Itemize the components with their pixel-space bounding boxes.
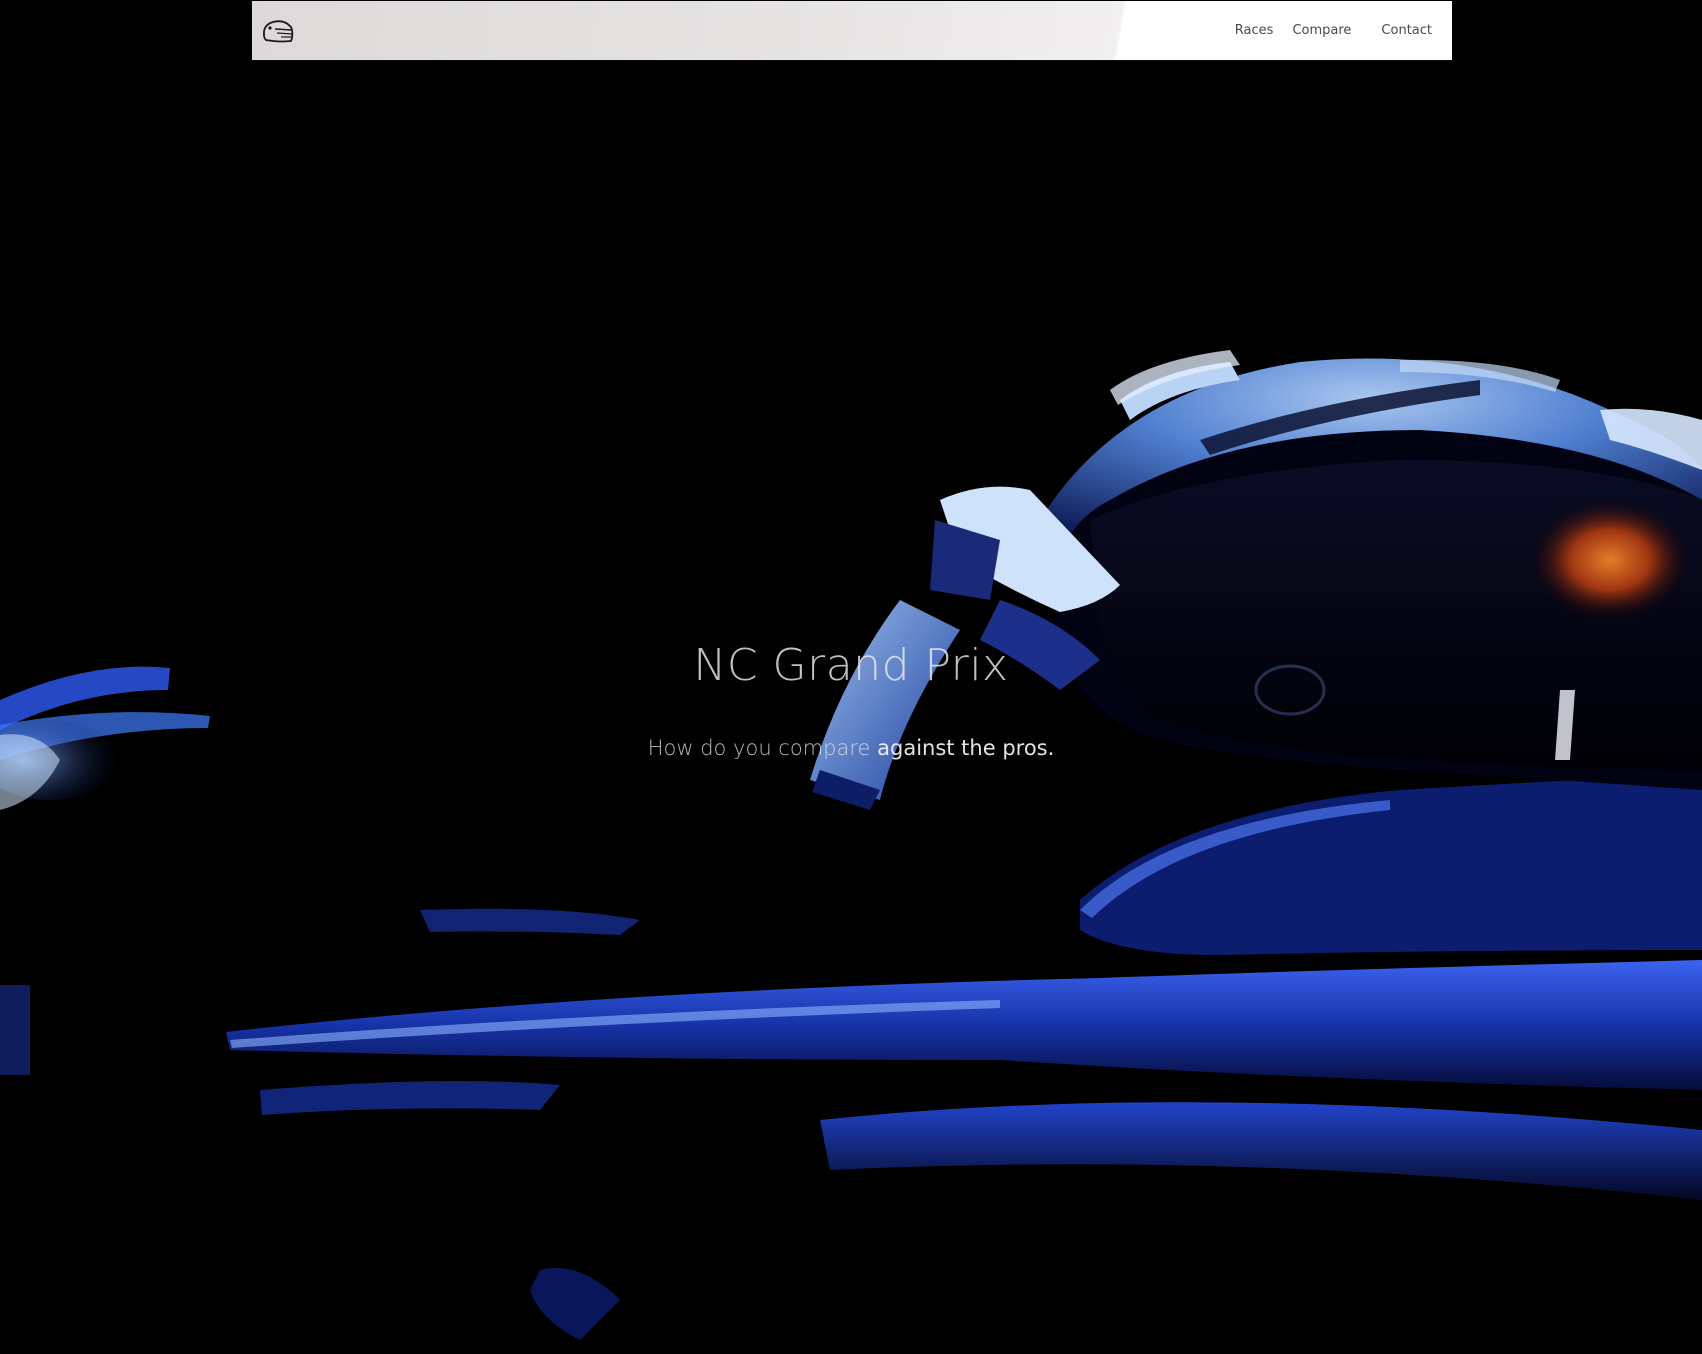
hero-title: NC Grand Prix [693,640,1009,691]
top-navigation-bar: Races Compare Contact [252,1,1452,60]
hero-subtitle-lead: How do you compare [647,736,878,760]
landing-page: Races Compare Contact NC Grand Prix How … [0,0,1702,1354]
hero-subtitle-emphasis: against the pros. [877,736,1055,760]
nav-link-compare[interactable]: Compare [1292,23,1351,38]
nav-link-contact[interactable]: Contact [1381,23,1432,38]
helmet-icon[interactable] [261,17,295,45]
nav-links: Races Compare Contact [1235,1,1432,60]
hero-subtitle: How do you compare against the pros. [0,736,1702,760]
nav-link-races[interactable]: Races [1235,23,1274,38]
